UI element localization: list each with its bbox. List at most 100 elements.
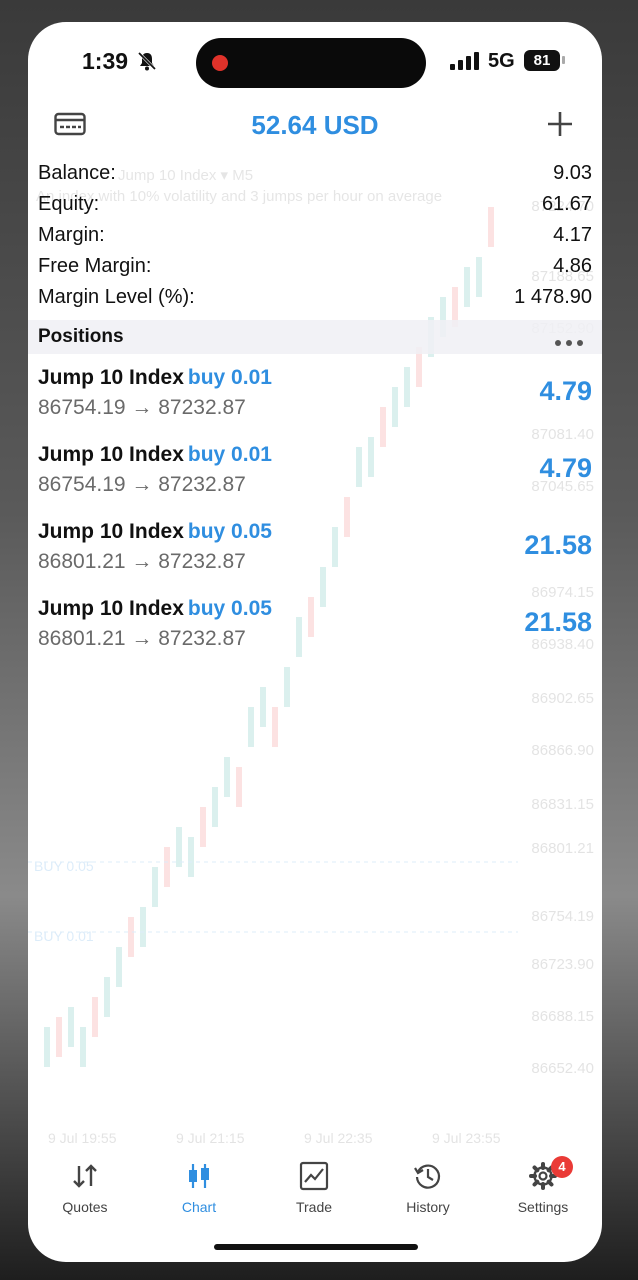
phone-screen: 1:39 5G 81 52.64 USD Jump 10 Index ▾ M5 … xyxy=(28,22,602,1262)
candle xyxy=(152,867,158,907)
dynamic-island xyxy=(196,38,426,88)
chart-candles-icon xyxy=(183,1160,215,1192)
candle xyxy=(224,757,230,797)
candle xyxy=(176,827,182,867)
candle xyxy=(272,707,278,747)
network-type: 5G xyxy=(488,50,515,72)
position-row[interactable]: Jump 10 Index buy 0.01 86754.19 → 87232.8… xyxy=(28,358,602,435)
time-axis-label: 9 Jul 19:55 xyxy=(48,1130,117,1146)
candle xyxy=(284,667,290,707)
candle xyxy=(68,1007,74,1047)
position-side: buy 0.01 xyxy=(187,443,272,466)
trade-chart-icon xyxy=(298,1160,330,1192)
position-title: Jump 10 Index buy 0.05 xyxy=(38,597,272,621)
account-value: 9.03 xyxy=(553,162,592,184)
trade-line-label: BUY 0.01 xyxy=(34,928,94,944)
battery-icon: 81 xyxy=(524,50,560,71)
account-value: 4.86 xyxy=(553,255,592,277)
position-symbol: Jump 10 Index xyxy=(38,366,184,389)
position-profit: 21.58 xyxy=(524,607,592,637)
app-header: 52.64 USD xyxy=(28,102,602,162)
tab-bar: Quotes Chart Trade History Settings xyxy=(28,1152,602,1222)
tab-label: Quotes xyxy=(62,1199,108,1215)
price-axis-label: 86801.21 xyxy=(531,840,594,857)
position-title: Jump 10 Index buy 0.01 xyxy=(38,443,272,467)
price-axis-label: 86754.19 xyxy=(531,908,594,925)
account-row-margin: Margin: 4.17 xyxy=(28,224,602,255)
candle xyxy=(260,687,266,727)
position-side: buy 0.05 xyxy=(187,520,272,543)
position-row[interactable]: Jump 10 Index buy 0.01 86754.19 → 87232.8… xyxy=(28,435,602,512)
trade-line-label: BUY 0.05 xyxy=(34,858,94,874)
position-profit: 4.79 xyxy=(539,453,592,483)
candle xyxy=(188,837,194,877)
tab-label: Settings xyxy=(517,1199,569,1215)
price-axis-label: 86831.15 xyxy=(531,796,594,813)
status-time: 1:39 xyxy=(82,48,129,74)
position-side: buy 0.01 xyxy=(187,366,272,389)
tab-label: History xyxy=(406,1199,450,1215)
account-equity-title[interactable]: 52.64 USD xyxy=(28,110,602,141)
candle xyxy=(140,907,146,947)
more-dots-icon[interactable] xyxy=(554,334,584,352)
tab-chart[interactable]: Chart xyxy=(142,1152,256,1222)
account-label: Margin Level (%): xyxy=(38,286,195,308)
signal-bars-icon xyxy=(450,52,480,75)
positions-section-header: Positions xyxy=(28,320,602,354)
position-prices: 86801.21 → 87232.87 xyxy=(38,550,246,573)
account-value: 4.17 xyxy=(553,224,592,246)
history-clock-icon xyxy=(412,1160,444,1192)
candle xyxy=(116,947,122,987)
price-axis-label: 86723.90 xyxy=(531,956,594,973)
status-bar: 1:39 5G 81 xyxy=(28,22,602,102)
position-symbol: Jump 10 Index xyxy=(38,520,184,543)
plus-icon[interactable] xyxy=(546,110,574,143)
account-row-equity: Equity: 61.67 xyxy=(28,193,602,224)
time-axis-label: 9 Jul 22:35 xyxy=(304,1130,373,1146)
position-row[interactable]: Jump 10 Index buy 0.05 86801.21 → 87232.8… xyxy=(28,512,602,589)
tab-quotes[interactable]: Quotes xyxy=(28,1152,142,1222)
candle xyxy=(92,997,98,1037)
price-axis-label: 86688.15 xyxy=(531,1008,594,1025)
time-axis-label: 9 Jul 23:55 xyxy=(432,1130,501,1146)
candle xyxy=(236,767,242,807)
tab-trade[interactable]: Trade xyxy=(257,1152,371,1222)
home-indicator[interactable] xyxy=(214,1244,418,1250)
account-value: 1 478.90 xyxy=(514,286,592,308)
account-label: Margin: xyxy=(38,224,105,246)
position-symbol: Jump 10 Index xyxy=(38,597,184,620)
position-prices: 86754.19 → 87232.87 xyxy=(38,396,246,419)
position-row[interactable]: Jump 10 Index buy 0.05 86801.21 → 87232.8… xyxy=(28,589,602,666)
account-label: Free Margin: xyxy=(38,255,152,277)
candle xyxy=(164,847,170,887)
tab-label: Trade xyxy=(295,1199,333,1215)
account-row-free-margin: Free Margin: 4.86 xyxy=(28,255,602,286)
settings-notification-badge: 4 xyxy=(551,1156,573,1178)
tab-history[interactable]: History xyxy=(371,1152,485,1222)
candle xyxy=(128,917,134,957)
candle xyxy=(44,1027,50,1067)
account-label: Balance: xyxy=(38,162,116,184)
bell-muted-icon xyxy=(136,50,158,77)
candle xyxy=(248,707,254,747)
position-title: Jump 10 Index buy 0.05 xyxy=(38,520,272,544)
position-profit: 21.58 xyxy=(524,530,592,560)
candle xyxy=(56,1017,62,1057)
position-title: Jump 10 Index buy 0.01 xyxy=(38,366,272,390)
account-row-margin-level: Margin Level (%): 1 478.90 xyxy=(28,286,602,317)
candle xyxy=(200,807,206,847)
account-row-balance: Balance: 9.03 xyxy=(28,162,602,193)
candle xyxy=(104,977,110,1017)
battery-tip xyxy=(562,56,565,64)
price-axis-label: 86902.65 xyxy=(531,690,594,707)
position-prices: 86801.21 → 87232.87 xyxy=(38,627,246,650)
price-axis-label: 86652.40 xyxy=(531,1060,594,1077)
quotes-arrows-icon xyxy=(69,1160,101,1192)
position-symbol: Jump 10 Index xyxy=(38,443,184,466)
tab-settings[interactable]: Settings xyxy=(486,1152,600,1222)
position-prices: 86754.19 → 87232.87 xyxy=(38,473,246,496)
account-value: 61.67 xyxy=(541,193,592,215)
account-summary: Balance: 9.03 Equity: 61.67 Margin: 4.17… xyxy=(28,162,602,317)
account-label: Equity: xyxy=(38,193,100,215)
tab-label: Chart xyxy=(181,1199,217,1215)
